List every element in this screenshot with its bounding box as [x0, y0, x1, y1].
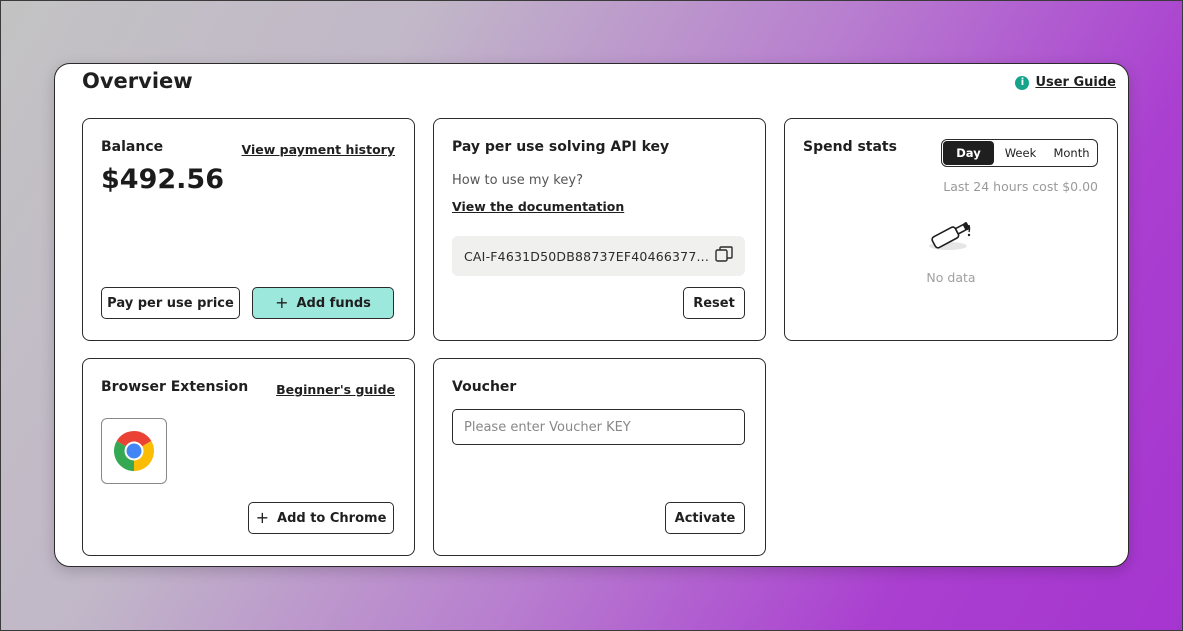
view-documentation-link[interactable]: View the documentation [452, 199, 624, 214]
beginners-guide-link[interactable]: Beginner's guide [276, 382, 395, 397]
balance-card: Balance View payment history $492.56 Pay… [82, 118, 415, 341]
page-title: Overview [82, 69, 193, 93]
reset-button[interactable]: Reset [683, 287, 745, 319]
balance-amount: $492.56 [101, 164, 224, 195]
chrome-logo-icon [101, 418, 167, 484]
voucher-key-input[interactable] [452, 409, 745, 445]
how-to-use-text: How to use my key? [452, 173, 583, 188]
plus-icon: + [255, 508, 270, 527]
plus-icon: + [275, 293, 289, 312]
copy-icon[interactable] [715, 246, 733, 266]
browser-extension-title: Browser Extension [101, 379, 249, 395]
user-guide[interactable]: i User Guide [1015, 75, 1116, 90]
api-key-card: Pay per use solving API key How to use m… [433, 118, 766, 341]
reset-label: Reset [693, 295, 735, 311]
add-funds-button[interactable]: + Add funds [252, 287, 394, 319]
info-icon: i [1015, 75, 1030, 90]
view-payment-history-link[interactable]: View payment history [242, 142, 396, 157]
tab-day[interactable]: Day [943, 141, 994, 165]
browser-extension-card: Browser Extension Beginner's guide + Add… [82, 358, 415, 556]
period-selector: Day Week Month [941, 139, 1098, 167]
spend-stats-title: Spend stats [803, 139, 897, 155]
add-to-chrome-button[interactable]: + Add to Chrome [248, 502, 394, 534]
add-to-chrome-label: Add to Chrome [277, 510, 387, 526]
pay-per-use-price-button[interactable]: Pay per use price [101, 287, 240, 319]
last-24h-cost: Last 24 hours cost $0.00 [943, 179, 1098, 194]
api-key-title: Pay per use solving API key [452, 139, 670, 155]
voucher-card: Voucher Activate [433, 358, 766, 556]
empty-bottle-icon [922, 216, 978, 260]
tab-week[interactable]: Week [995, 140, 1046, 166]
no-data-text: No data [926, 270, 976, 285]
activate-label: Activate [674, 510, 736, 526]
spend-stats-card: Spend stats Day Week Month Last 24 hours… [784, 118, 1118, 341]
overview-panel: Overview i User Guide Balance View payme… [54, 63, 1129, 567]
api-key-value: CAI-F4631D50DB88737EF40466377... [464, 248, 710, 264]
activate-button[interactable]: Activate [665, 502, 745, 534]
add-funds-label: Add funds [296, 295, 371, 311]
api-key-box: CAI-F4631D50DB88737EF40466377... [452, 236, 745, 276]
pay-per-use-price-label: Pay per use price [107, 295, 234, 311]
voucher-title: Voucher [452, 379, 517, 395]
user-guide-link[interactable]: User Guide [1035, 75, 1116, 90]
balance-title: Balance [101, 139, 164, 155]
tab-month[interactable]: Month [1046, 140, 1097, 166]
